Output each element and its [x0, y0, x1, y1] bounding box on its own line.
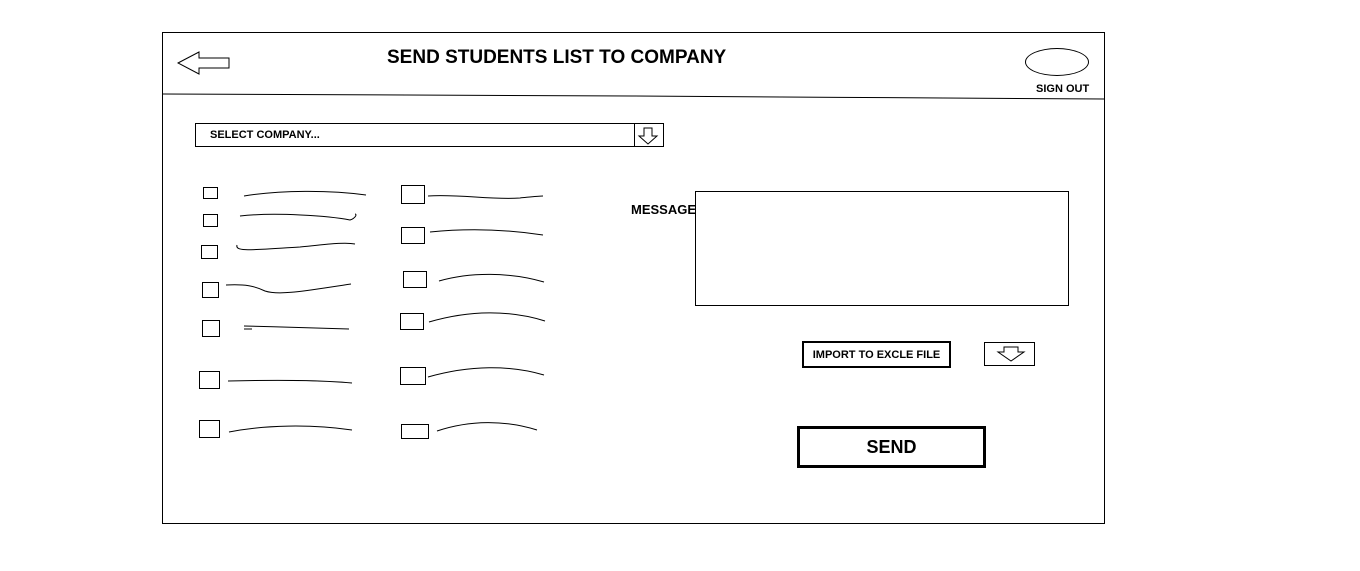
header-divider: [162, 93, 1105, 100]
page-title: SEND STUDENTS LIST TO COMPANY: [387, 47, 727, 68]
student-checkbox[interactable]: [400, 313, 424, 330]
student-checkbox[interactable]: [203, 187, 218, 199]
student-checkbox[interactable]: [403, 271, 427, 288]
student-checkbox[interactable]: [400, 367, 426, 385]
student-checkbox[interactable]: [199, 371, 220, 389]
import-excel-button[interactable]: IMPORT TO EXCLE FILE: [802, 341, 951, 368]
message-textarea[interactable]: [695, 191, 1069, 306]
signout-button[interactable]: [1025, 48, 1089, 76]
student-checkbox[interactable]: [199, 420, 220, 438]
send-button[interactable]: SEND: [797, 426, 986, 468]
student-checkbox[interactable]: [203, 214, 218, 227]
down-arrow-icon: [996, 346, 1026, 362]
message-label: MESSAGE: [631, 202, 697, 217]
student-checkbox[interactable]: [202, 282, 219, 298]
company-select-value: SELECT COMPANY...: [210, 129, 320, 141]
student-checkbox[interactable]: [202, 320, 220, 337]
student-checkbox[interactable]: [201, 245, 218, 259]
back-arrow-icon[interactable]: [177, 50, 233, 76]
student-checkbox[interactable]: [401, 227, 425, 244]
student-checkbox[interactable]: [401, 424, 429, 439]
down-arrow-icon: [637, 127, 659, 145]
student-checkbox[interactable]: [401, 185, 425, 204]
